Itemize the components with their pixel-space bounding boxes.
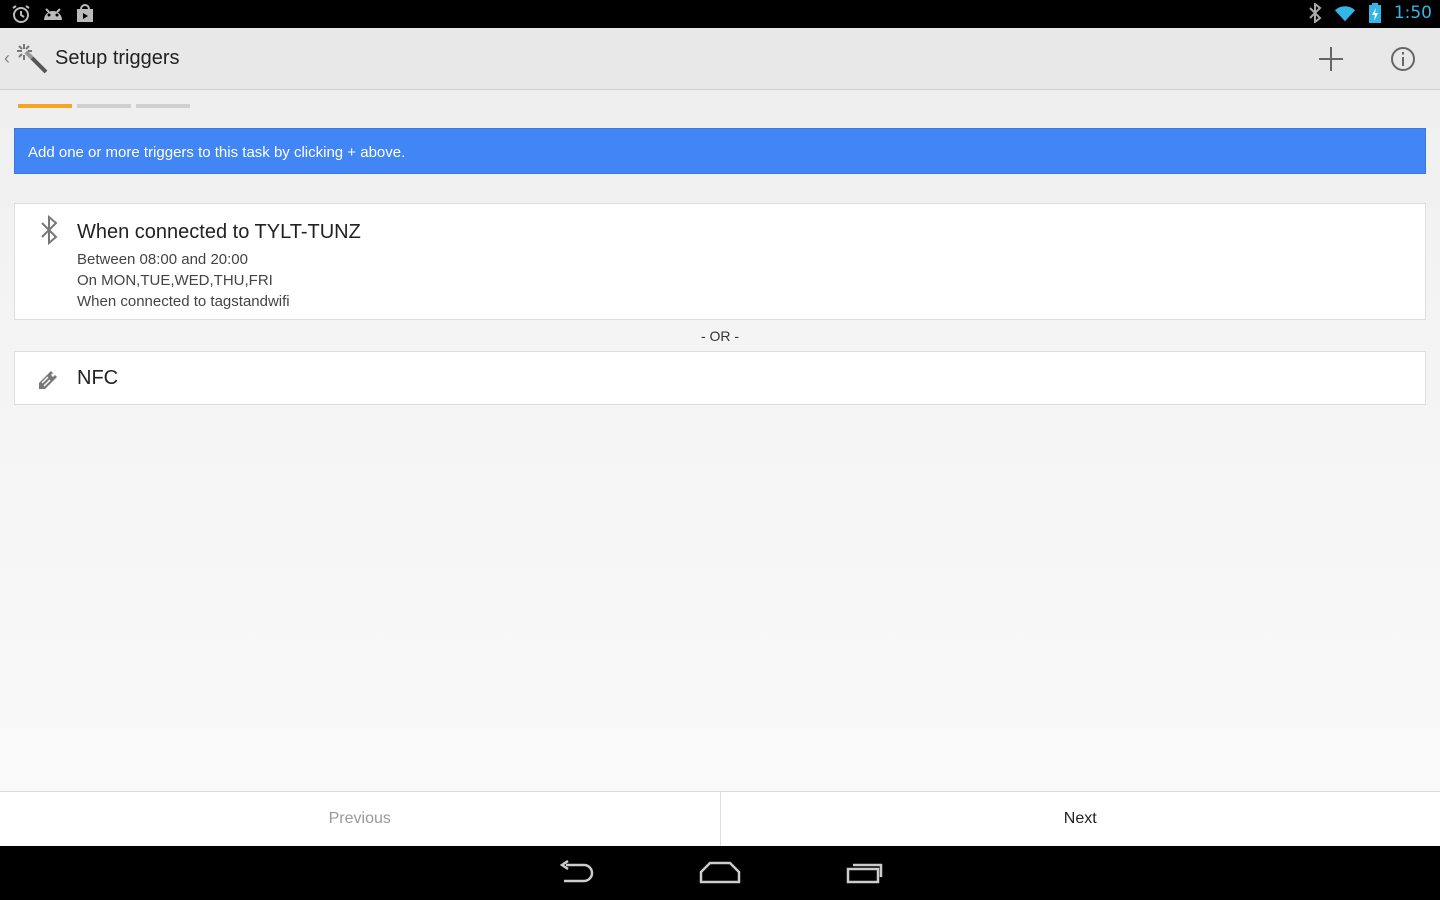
bluetooth-icon [35,214,63,246]
trigger-detail-wifi: When connected to tagstandwifi [77,293,290,310]
info-icon [1391,47,1415,71]
up-caret-icon[interactable]: ‹ [4,48,10,69]
system-nav-bar [0,846,1440,900]
trigger-card-bluetooth[interactable]: When connected to TYLT-TUNZ Between 08:0… [14,203,1426,320]
clock: 1:50 [1393,3,1432,23]
step-indicator-3 [136,104,190,108]
android-icon [42,3,64,25]
previous-button[interactable]: Previous [0,792,721,846]
home-icon[interactable] [695,858,745,888]
alarm-icon [10,3,32,25]
step-progress [18,104,190,108]
magic-wand-icon[interactable] [16,42,50,76]
nfc-tag-icon [35,363,63,395]
bluetooth-icon [1304,2,1326,24]
trigger-title: NFC [77,367,119,389]
store-icon [74,3,96,25]
status-bar: 1:50 [0,0,1440,28]
wizard-buttons: Previous Next [0,791,1440,846]
action-bar: ‹ Setup triggers [0,28,1440,90]
battery-icon [1364,2,1386,24]
add-trigger-button[interactable] [1308,36,1354,82]
back-icon[interactable] [551,858,601,888]
add-icon [1319,47,1343,71]
or-separator: - OR - [700,328,740,344]
wifi-icon [1334,2,1356,24]
recents-icon[interactable] [840,858,890,888]
info-button[interactable] [1380,36,1426,82]
hint-banner: Add one or more triggers to this task by… [14,128,1426,174]
step-indicator-2 [77,104,131,108]
page-title: Setup triggers [55,47,180,69]
trigger-detail-days: On MON,TUE,WED,THU,FRI [77,272,273,289]
trigger-detail-time: Between 08:00 and 20:00 [77,251,248,268]
trigger-card-nfc[interactable]: NFC [14,351,1426,405]
trigger-title: When connected to TYLT-TUNZ [77,221,361,243]
step-indicator-1 [18,104,72,108]
next-button[interactable]: Next [721,792,1440,846]
app-content: ‹ Setup triggers Add one or more trigger… [0,28,1440,846]
